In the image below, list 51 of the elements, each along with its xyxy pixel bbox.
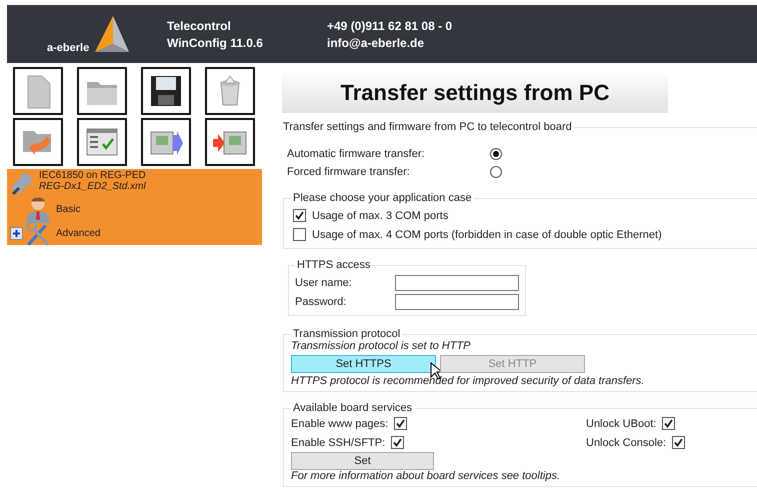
option-label: Enable www pages: [291,418,388,430]
hint-text: HTTPS protocol is recommended for improved security of data transfers. [291,375,646,387]
option-label: Unlock Console: [586,436,666,448]
option-label: Usage of max. 3 COM ports [312,210,448,222]
toolbar-button[interactable] [205,118,255,166]
hint-text: For more information about board services see tooltips. [291,470,562,482]
product-name: Telecontrol [167,18,232,32]
toolbar-button[interactable] [205,67,255,115]
checkbox[interactable] [391,436,404,449]
file-name: REG-Dx1_ED2_Std.xml [39,181,146,192]
toolbar-button[interactable] [13,118,63,166]
group-title: HTTPS access [296,259,372,271]
checkbox[interactable] [293,228,306,241]
wrench-screwdriver-icon [24,219,52,247]
phone-number: +49 (0)911 62 81 08 - 0 [327,18,454,32]
pen-icon [9,170,35,196]
checkbox[interactable] [394,417,408,430]
option-label: Forced firmware transfer: [287,166,411,178]
toolbar-button[interactable] [141,67,191,115]
group-title: Please choose your application case [292,192,473,204]
expand-icon[interactable] [10,226,23,240]
checkbox[interactable] [293,209,306,222]
input-field[interactable] [395,274,519,290]
checkbox[interactable] [672,436,686,449]
person-icon [24,195,52,223]
toolbar-button[interactable] [77,67,127,115]
option-label: Enable SSH/SFTP: [291,436,386,448]
radio-button[interactable] [490,166,502,178]
tree-item[interactable]: IEC61850 on REG-PED [39,170,146,181]
checkbox[interactable] [662,417,676,430]
field-label: User name: [295,276,353,288]
page-title: Transfer settings from PC [340,80,610,106]
input-field[interactable] [395,294,519,310]
toolbar-button[interactable] [77,118,127,166]
set-button[interactable]: Set [291,452,434,470]
option-label: Unlock UBoot: [586,418,656,430]
field-label: Password: [295,296,348,308]
group-title: Transfer settings and firmware from PC to telecontrol board [282,121,573,133]
radio-button[interactable] [490,148,502,160]
tree-item[interactable]: Advanced [56,228,100,238]
toolbar-button[interactable] [141,118,191,166]
status-text: Transmission protocol is set to HTTP [291,340,472,352]
option-label: Automatic firmware transfer: [287,148,426,160]
tree-item[interactable]: Basic [56,204,80,214]
group-title: Available board services [292,402,414,414]
option-label: Usage of max. 4 COM ports (forbidden in case of double optic Ethernet) [312,228,662,240]
logo-text: a-eberle [47,42,90,54]
group-title: Transmission protocol [292,328,402,340]
version-text: WinConfig 11.0.6 [167,36,264,50]
toolbar-button[interactable] [13,67,63,115]
email-address: info@a-eberle.de [327,36,426,50]
